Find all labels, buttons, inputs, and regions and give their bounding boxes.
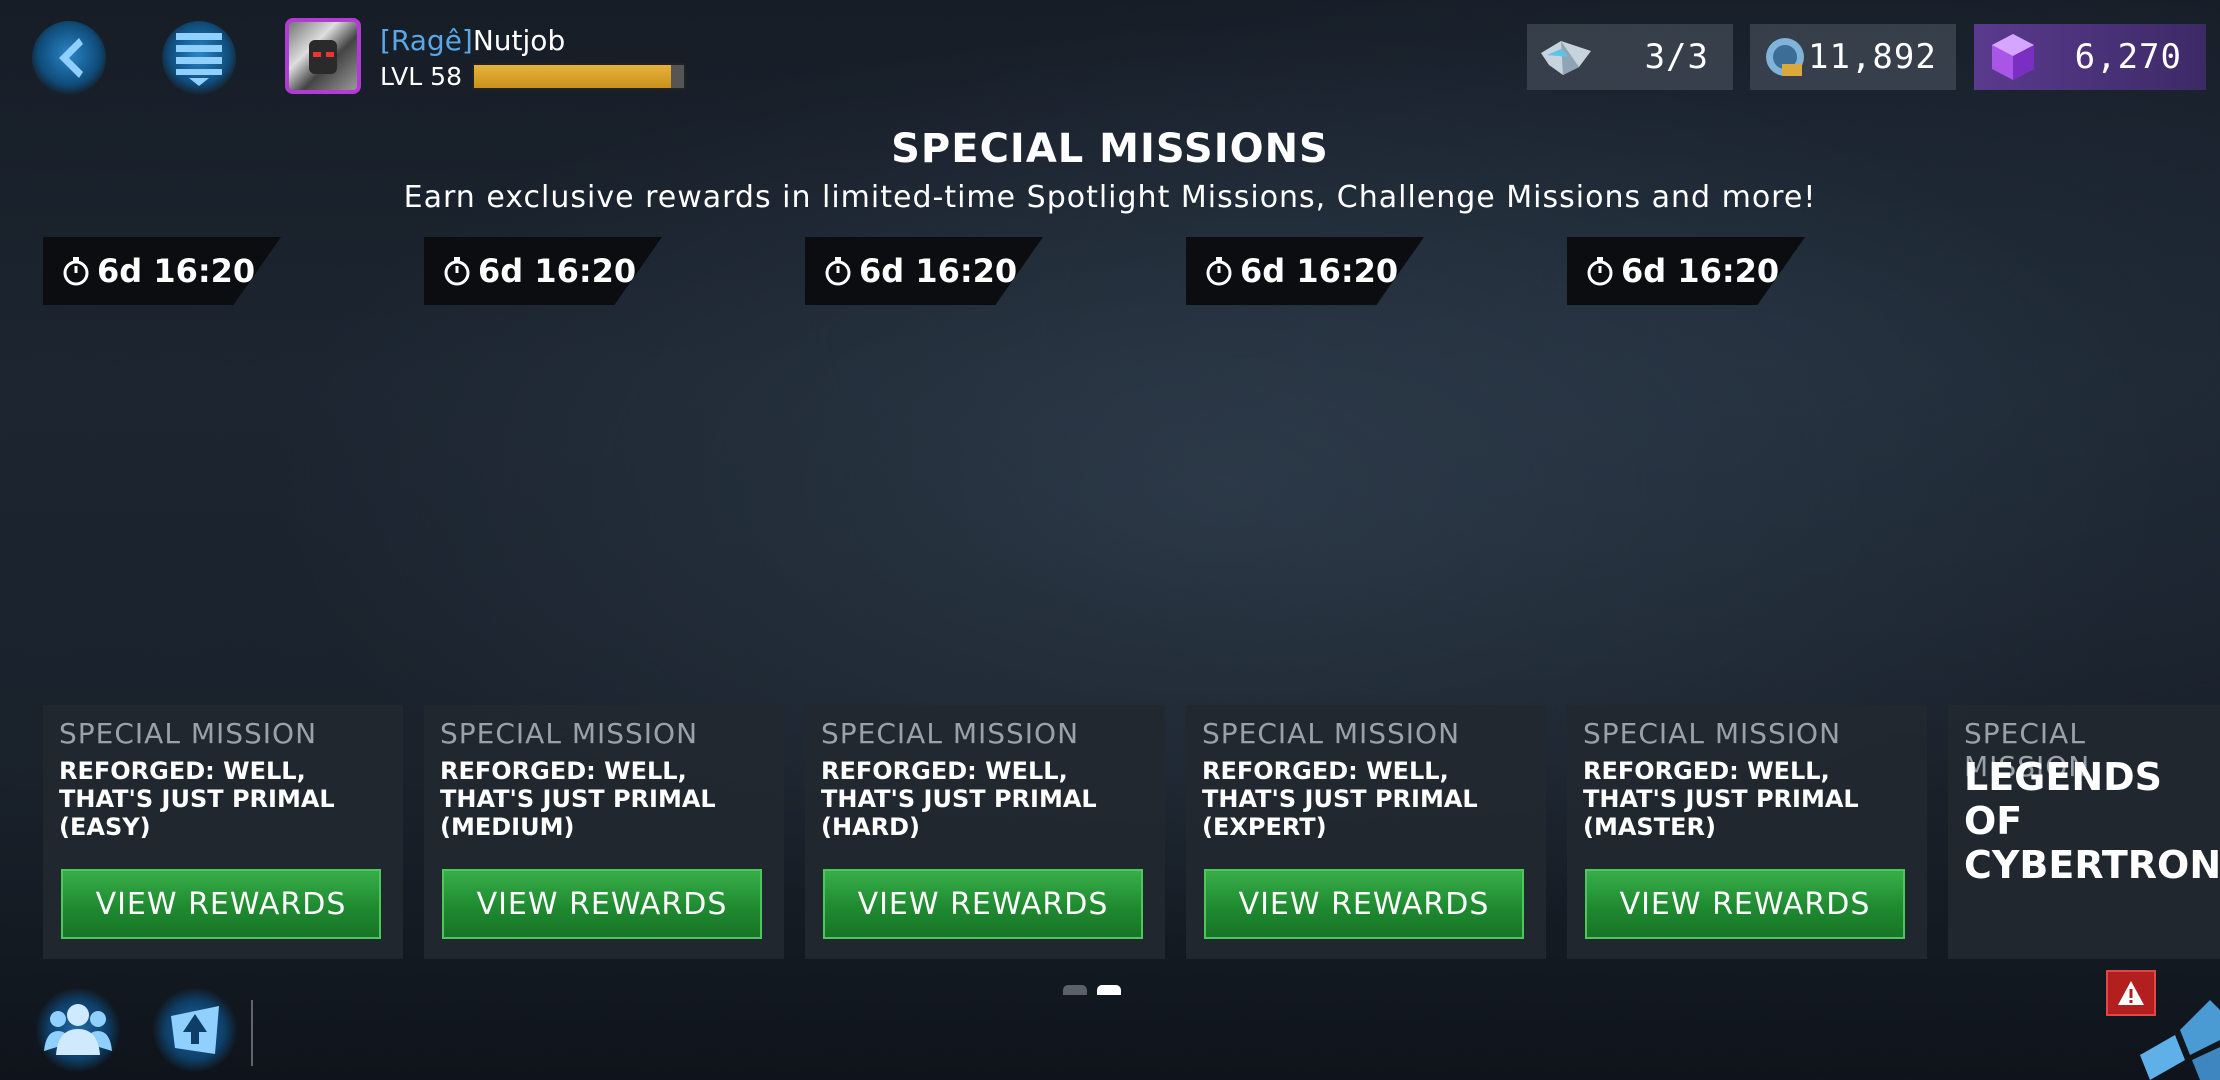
energy-value: 3/3 xyxy=(1644,37,1709,77)
gems-counter[interactable]: 6,270 xyxy=(1974,24,2206,90)
back-button[interactable] xyxy=(32,21,106,95)
menu-list-icon xyxy=(176,33,222,86)
clock-icon xyxy=(1587,257,1613,286)
player-name: [Ragê]Nutjob xyxy=(380,24,565,57)
player-alliance-tag: [Ragê] xyxy=(380,24,473,57)
mission-name: REFORGED: WELL, THAT'S JUST PRIMAL (MEDI… xyxy=(440,757,716,841)
page-title: SPECIAL MISSIONS xyxy=(891,126,1329,172)
mission-info: SPECIAL MISSION REFORGED: WELL, THAT'S J… xyxy=(43,705,403,959)
mission-timer: 6d 16:20 xyxy=(805,237,1043,305)
mission-name: REFORGED: WELL, THAT'S JUST PRIMAL (EASY… xyxy=(59,757,335,841)
mission-label: SPECIAL MISSION xyxy=(440,717,699,750)
clock-icon xyxy=(1206,257,1232,286)
mission-info: SPECIAL MISSION REFORGED: WELL, THAT'S J… xyxy=(1186,705,1546,959)
mission-timer-text: 6d 16:20 xyxy=(859,252,1018,290)
pager-dot-1[interactable] xyxy=(1063,985,1087,995)
mission-timer-text: 6d 16:20 xyxy=(478,252,637,290)
bottom-divider xyxy=(251,1000,253,1066)
mission-card-expert[interactable]: 6d 16:20 SPECIAL MISSION REFORGED: WELL,… xyxy=(1186,237,1546,959)
player-name-text: Nutjob xyxy=(472,24,566,57)
xp-bar xyxy=(472,63,686,90)
mission-timer: 6d 16:20 xyxy=(1567,237,1805,305)
view-rewards-button[interactable]: VIEW REWARDS xyxy=(1585,869,1905,939)
view-rewards-button[interactable]: VIEW REWARDS xyxy=(61,869,381,939)
mission-info: SPECIAL MISSION REFORGED: WELL, THAT'S J… xyxy=(424,705,784,959)
credits-value: 11,892 xyxy=(1808,37,1937,77)
mission-card-easy[interactable]: 6d 16:20 SPECIAL MISSION REFORGED: WELL,… xyxy=(43,237,403,959)
clock-icon xyxy=(825,257,851,286)
friends-icon xyxy=(44,1004,112,1055)
clock-icon xyxy=(444,257,470,286)
player-avatar[interactable] xyxy=(285,18,361,94)
gems-value: 6,270 xyxy=(2074,37,2182,77)
page-subtitle: Earn exclusive rewards in limited-time S… xyxy=(403,180,1817,215)
alliance-button[interactable] xyxy=(153,988,237,1072)
mission-timer-text: 6d 16:20 xyxy=(1621,252,1780,290)
mission-info: SPECIAL MISSION REFORGED: WELL, THAT'S J… xyxy=(805,705,1165,959)
pager-dot-2[interactable] xyxy=(1097,985,1121,995)
alliance-icon xyxy=(171,1006,219,1054)
credits-counter[interactable]: 11,892 xyxy=(1750,24,1956,90)
mission-name: REFORGED: WELL, THAT'S JUST PRIMAL (EXPE… xyxy=(1202,757,1478,841)
gem-icon xyxy=(1986,34,2040,80)
mission-label: SPECIAL MISSION xyxy=(1583,717,1842,750)
energon-icon xyxy=(1539,34,1593,80)
credits-icon xyxy=(1762,34,1808,80)
xp-bar-fill xyxy=(474,65,672,88)
mission-label: SPECIAL MISSION xyxy=(1202,717,1461,750)
mission-card-medium[interactable]: 6d 16:20 SPECIAL MISSION REFORGED: WELL,… xyxy=(424,237,784,959)
mission-timer-text: 6d 16:20 xyxy=(1240,252,1399,290)
view-rewards-button[interactable]: VIEW REWARDS xyxy=(1204,869,1524,939)
mission-timer: 6d 16:20 xyxy=(424,237,662,305)
view-rewards-button[interactable]: VIEW REWARDS xyxy=(823,869,1143,939)
mission-card-hard[interactable]: 6d 16:20 SPECIAL MISSION REFORGED: WELL,… xyxy=(805,237,1165,959)
mission-label: SPECIAL MISSION xyxy=(821,717,1080,750)
avatar-eye-right xyxy=(326,52,334,57)
clock-icon xyxy=(63,257,89,286)
mission-name: REFORGED: WELL, THAT'S JUST PRIMAL (HARD… xyxy=(821,757,1097,841)
avatar-eye-left xyxy=(313,52,321,57)
mission-name: REFORGED: WELL, THAT'S JUST PRIMAL (MAST… xyxy=(1583,757,1859,841)
mission-name: LEGENDS OF CYBERTRON xyxy=(1964,755,2220,887)
mission-label: SPECIAL MISSION xyxy=(59,717,318,750)
mission-card-master[interactable]: 6d 16:20 SPECIAL MISSION REFORGED: WELL,… xyxy=(1567,237,1927,959)
mission-timer-text: 6d 16:20 xyxy=(97,252,256,290)
friends-button[interactable] xyxy=(36,988,120,1072)
mission-info: SPECIAL MISSION LEGENDS OF CYBERTRON xyxy=(1948,705,2220,959)
avatar-face xyxy=(309,40,337,74)
mission-timer: 6d 16:20 xyxy=(1186,237,1424,305)
player-level: LVL 58 xyxy=(380,62,462,91)
mission-card-legends[interactable]: SPECIAL MISSION LEGENDS OF CYBERTRON xyxy=(1948,237,2220,959)
view-rewards-button[interactable]: VIEW REWARDS xyxy=(442,869,762,939)
back-chevron-icon xyxy=(59,38,83,78)
energy-counter[interactable]: 3/3 xyxy=(1527,24,1733,90)
mission-info: SPECIAL MISSION REFORGED: WELL, THAT'S J… xyxy=(1567,705,1927,959)
menu-button[interactable] xyxy=(162,21,236,95)
corner-icon[interactable] xyxy=(2130,995,2220,1080)
mission-timer: 6d 16:20 xyxy=(43,237,281,305)
